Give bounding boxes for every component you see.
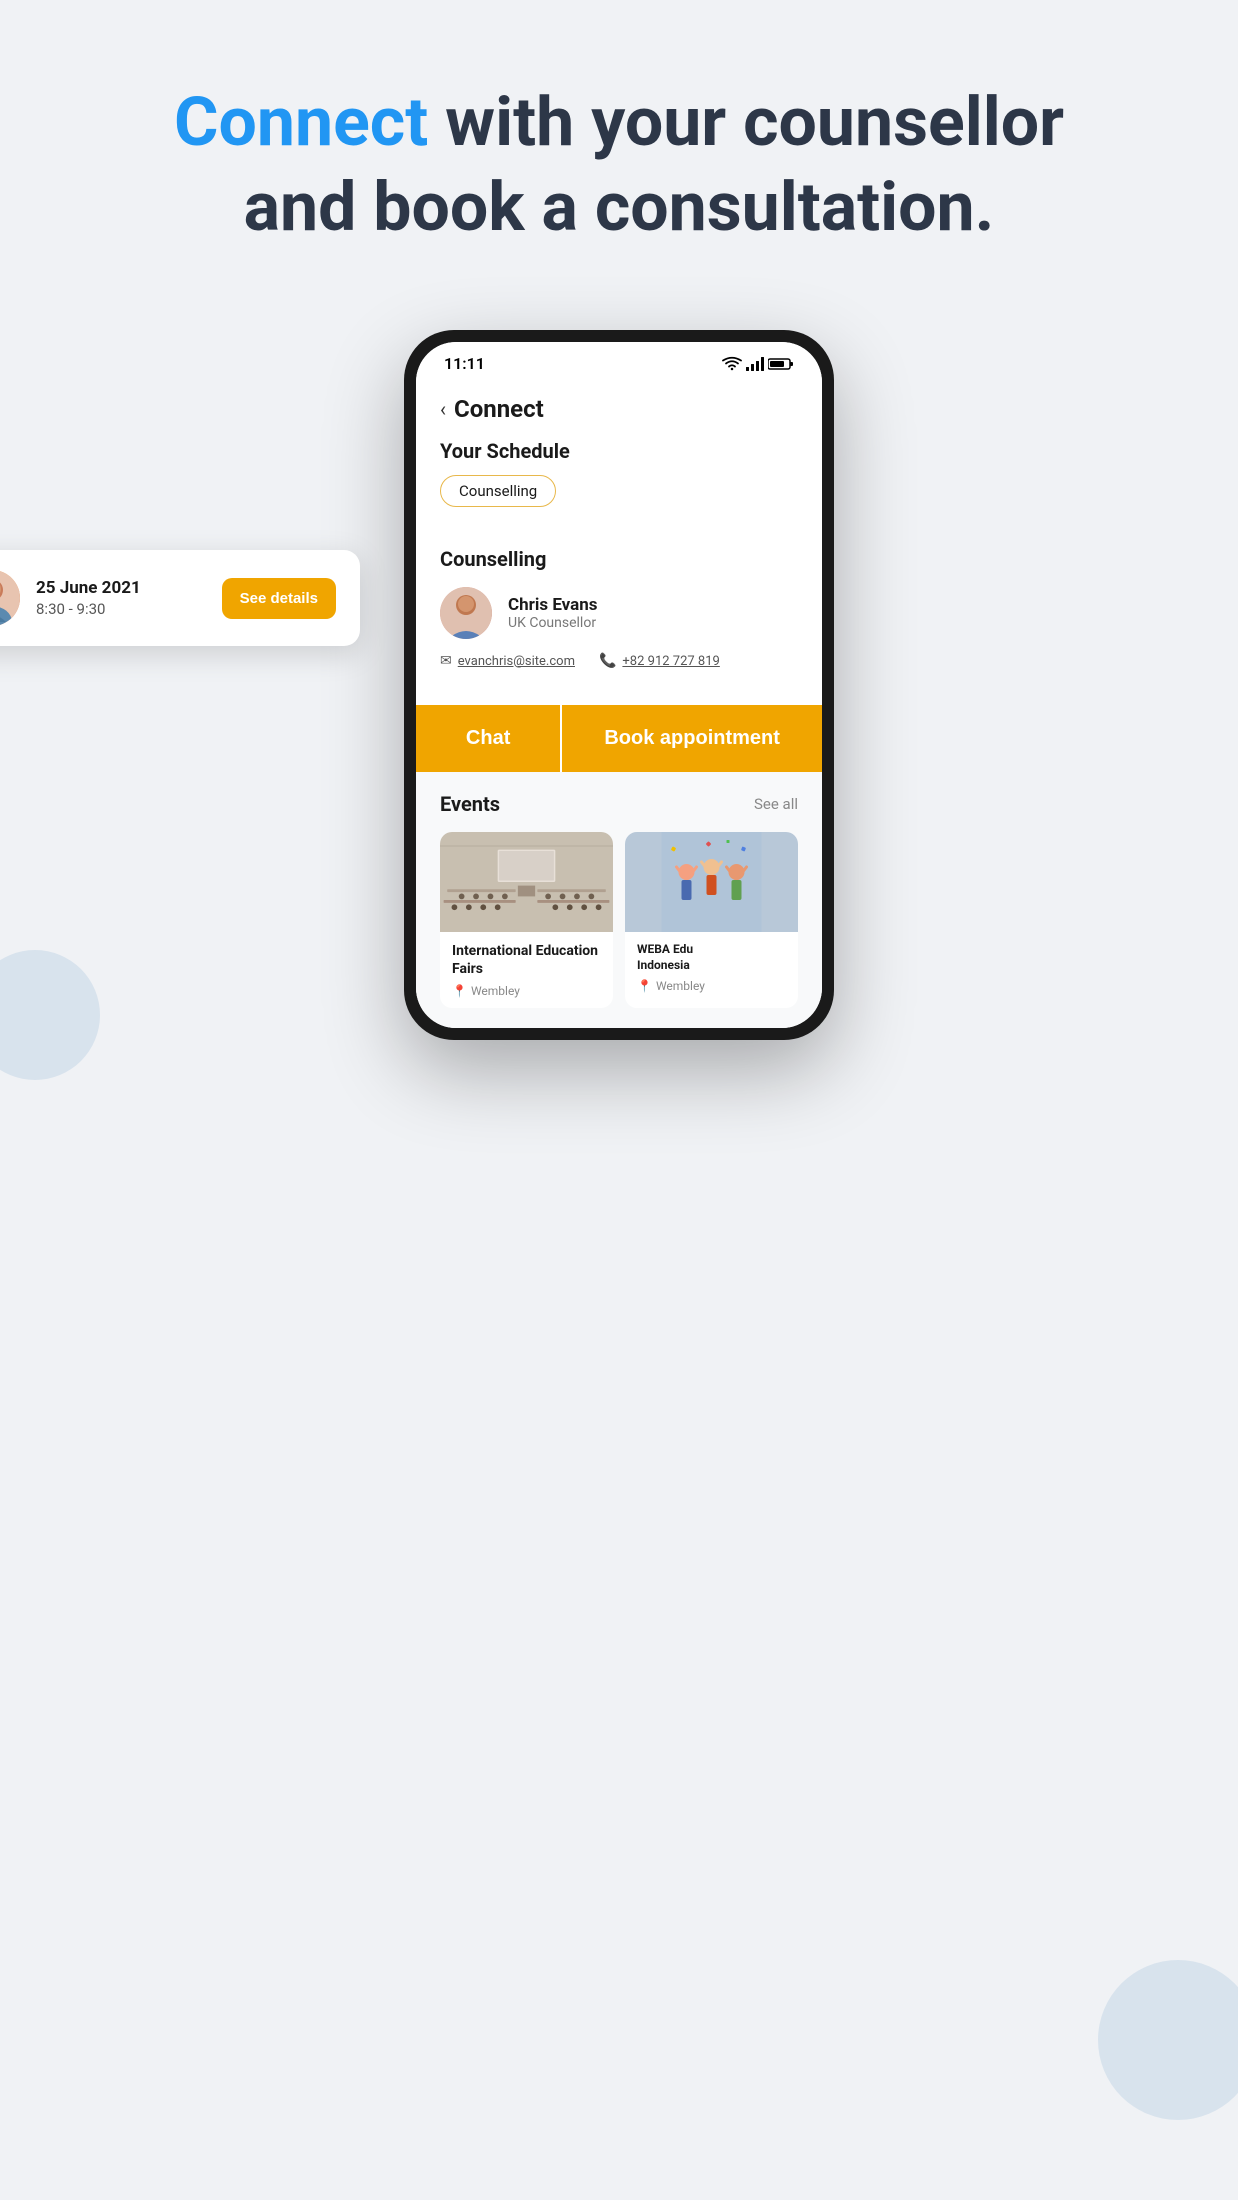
back-arrow-icon[interactable]: ‹: [440, 397, 446, 421]
action-buttons: Chat Book appointment: [416, 705, 822, 772]
event-1-location-text: Wembley: [471, 984, 520, 998]
event-1-image: [440, 832, 613, 932]
book-appointment-button[interactable]: Book appointment: [560, 705, 822, 772]
email-icon: ✉: [440, 653, 452, 669]
your-schedule-label: Your Schedule: [440, 439, 798, 463]
event-card-2[interactable]: WEBA EduIndonesia 📍 Wembley: [625, 832, 798, 1008]
appointment-date: 25 June 2021: [36, 578, 206, 598]
counsellor-phone[interactable]: +82 912 727 819: [622, 654, 719, 669]
status-time: 11:11: [444, 354, 485, 373]
event-card-1[interactable]: International Education Fairs 📍 Wembley: [440, 832, 613, 1008]
events-title: Events: [440, 792, 500, 816]
status-icons: [722, 356, 794, 371]
app-header: ‹ Connect Your Schedule Counselling: [416, 379, 822, 527]
counsellor-name: Chris Evans: [508, 595, 598, 615]
pin-icon-1: 📍: [452, 984, 467, 998]
phone-frame: 11:11: [404, 330, 834, 1040]
event-2-location: 📍 Wembley: [637, 979, 786, 993]
phone-screen: 11:11: [416, 342, 822, 1028]
counsellor-avatar: [440, 587, 492, 639]
counselling-section-title: Counselling: [440, 547, 798, 571]
email-contact[interactable]: ✉ evanchris@site.com: [440, 653, 575, 669]
floating-appointment-card: 25 June 2021 8:30 - 9:30 See details: [0, 550, 360, 646]
event-2-image: [625, 832, 798, 932]
event-1-info: International Education Fairs 📍 Wembley: [440, 932, 613, 1008]
counselling-badge[interactable]: Counselling: [440, 475, 556, 507]
phone-wrapper: 25 June 2021 8:30 - 9:30 See details 11:…: [0, 330, 1238, 1040]
phone-contact[interactable]: 📞 +82 912 727 819: [599, 653, 720, 669]
wifi-icon: [722, 356, 742, 371]
header-section: Connect with your counsellor and book a …: [0, 0, 1238, 310]
phone-icon: 📞: [599, 653, 616, 669]
appointment-avatar: [0, 570, 20, 626]
events-row: International Education Fairs 📍 Wembley: [440, 832, 798, 1008]
counsellor-info: Chris Evans UK Counsellor: [440, 587, 798, 639]
event-2-info: WEBA EduIndonesia 📍 Wembley: [625, 932, 798, 1003]
page-title: Connect with your counsellor and book a …: [80, 80, 1158, 250]
events-header: Events See all: [440, 792, 798, 816]
see-all-link[interactable]: See all: [754, 795, 798, 813]
counsellor-email[interactable]: evanchris@site.com: [458, 654, 575, 669]
header-title-part2: with your counsellor: [428, 82, 1064, 162]
back-navigation[interactable]: ‹ Connect: [440, 395, 798, 423]
events-section: Events See all: [416, 772, 822, 1028]
pin-icon-2: 📍: [637, 979, 652, 993]
counsellor-details: Chris Evans UK Counsellor: [508, 595, 598, 631]
see-details-button[interactable]: See details: [222, 578, 336, 619]
counselling-section: Counselling Chris Evans: [416, 527, 822, 705]
event-2-name: WEBA EduIndonesia: [637, 942, 786, 973]
screen-title: Connect: [454, 395, 544, 423]
counsellor-role: UK Counsellor: [508, 615, 598, 631]
decorative-blob-right: [1098, 1960, 1238, 2120]
contact-row: ✉ evanchris@site.com 📞 +82 912 727 819: [440, 653, 798, 669]
appointment-time: 8:30 - 9:30: [36, 600, 206, 618]
appointment-date-info: 25 June 2021 8:30 - 9:30: [36, 578, 206, 618]
chat-button[interactable]: Chat: [416, 705, 560, 772]
event-1-name: International Education Fairs: [452, 942, 601, 978]
status-bar: 11:11: [416, 342, 822, 379]
counsellor-card: Chris Evans UK Counsellor ✉ evanchris@si…: [440, 587, 798, 685]
signal-icon: [746, 357, 764, 371]
event-1-location: 📍 Wembley: [452, 984, 601, 998]
battery-icon: [768, 357, 794, 371]
header-title-line2: and book a consultation.: [244, 167, 995, 247]
event-2-location-text: Wembley: [656, 979, 705, 993]
header-connect-word: Connect: [174, 82, 428, 162]
